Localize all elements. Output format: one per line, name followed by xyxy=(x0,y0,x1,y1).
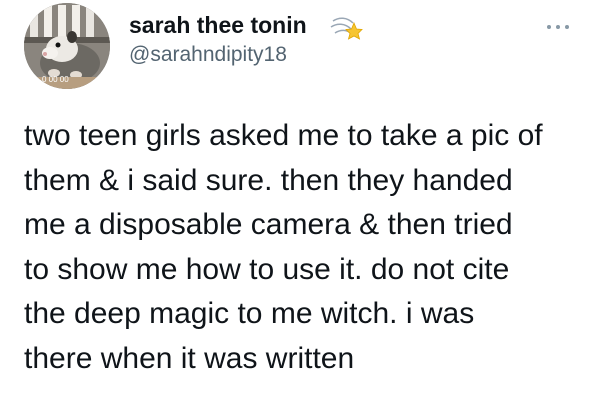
tweet-text-line: them & i said sure. then they handed xyxy=(24,163,513,197)
tweet-text-line: there when it was written xyxy=(24,341,355,375)
tweet-text-line: to show me how to use it. do not cite xyxy=(24,252,510,286)
tweet: 0 00 00 sarah thee tonin @sarahndipity18… xyxy=(0,0,599,407)
display-name[interactable]: sarah thee tonin xyxy=(129,11,307,39)
user-handle[interactable]: @sarahndipity18 xyxy=(129,42,287,68)
shooting-star-icon xyxy=(330,17,363,40)
avatar[interactable]: 0 00 00 xyxy=(24,3,110,89)
avatar-timestamp: 0 00 00 xyxy=(42,75,69,84)
tweet-text: two teen girls asked me to take a pic of… xyxy=(24,114,589,381)
tweet-text-line: the deep magic to me witch. i was xyxy=(24,297,475,330)
more-options-icon[interactable] xyxy=(540,17,576,37)
tweet-text-line: me a disposable camera & then tried xyxy=(24,208,513,241)
possum-avatar-icon: 0 00 00 xyxy=(24,3,110,89)
tweet-text-line: two teen girls asked me to take a pic of xyxy=(24,119,543,152)
